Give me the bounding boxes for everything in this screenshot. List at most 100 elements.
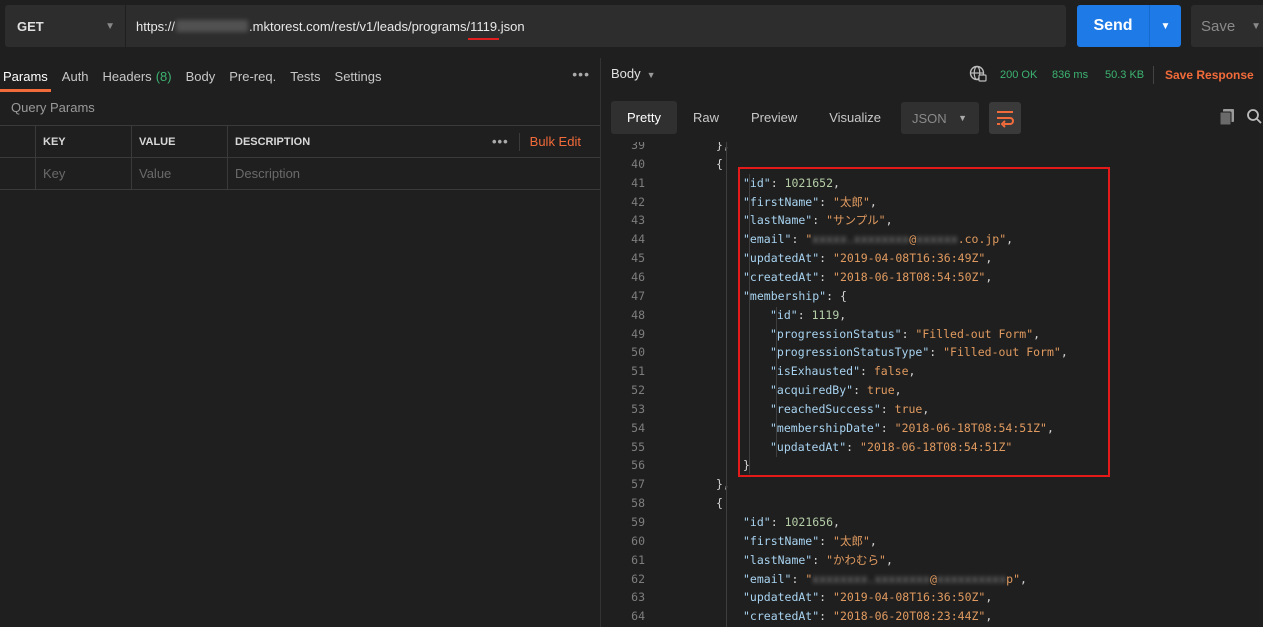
save-button[interactable]: Save ▼ [1191, 5, 1263, 47]
more-options-icon[interactable]: ••• [572, 66, 590, 82]
tab-pretty[interactable]: Pretty [611, 101, 677, 134]
status-badge[interactable]: 200 OK [1000, 69, 1037, 81]
line-number: 46 [631, 269, 645, 284]
code-token: , [833, 515, 840, 529]
code-token: "lastName" [743, 552, 813, 567]
line-number: 47 [631, 288, 645, 303]
code-token: : [770, 515, 785, 529]
code-token: "2019-04-08T16:36:49Z" [833, 251, 986, 266]
line-number: 61 [631, 552, 645, 567]
response-time[interactable]: 836 ms [1052, 69, 1088, 81]
code-token: "Filled-out Form" [915, 326, 1034, 341]
code-token: : [819, 269, 834, 284]
code-text: "updatedAt": "2019-04-08T16:36:49Z", [743, 249, 992, 268]
code-token: , [885, 213, 893, 228]
code-line: 56} [601, 456, 1263, 475]
code-token: false [873, 364, 909, 379]
tab-preview[interactable]: Preview [735, 101, 813, 134]
code-token: , [1046, 420, 1054, 435]
format-label: JSON [912, 110, 947, 126]
response-size[interactable]: 50.3 KB [1105, 69, 1144, 81]
value-input[interactable]: Value [131, 158, 227, 189]
code-text: "email": "xxxxx.xxxxxxxx@xxxxxx.co.jp", [743, 230, 1013, 249]
code-line: 64 "createdAt": "2018-06-20T08:23:44Z", [601, 607, 1263, 626]
code-token: "firstName" [743, 533, 820, 548]
code-text: { [716, 494, 723, 513]
method-select[interactable]: GET ▼ [5, 5, 125, 47]
response-body-select[interactable]: Body ▼ [611, 66, 656, 81]
line-number: 40 [631, 156, 645, 171]
code-line: 55 "updatedAt": "2018-06-18T08:54:51Z" [601, 438, 1263, 457]
redacted-host [176, 20, 249, 32]
copy-icon[interactable] [1219, 108, 1235, 126]
code-token: : [812, 213, 827, 228]
save-response-button[interactable]: Save Response [1165, 68, 1254, 82]
tab-visualize[interactable]: Visualize [813, 101, 897, 134]
tab-label: Auth [61, 68, 89, 84]
tab-headers[interactable]: Headers (8) [96, 60, 179, 92]
code-text: "updatedAt": "2019-04-08T16:36:50Z", [743, 588, 992, 607]
code-token: @ [929, 571, 937, 586]
line-number: 42 [631, 194, 645, 209]
code-token: "progressionStatus" [770, 326, 902, 341]
tab-settings[interactable]: Settings [328, 60, 389, 92]
chevron-down-icon[interactable]: ▼ [1251, 21, 1261, 32]
chevron-down-icon: ▼ [958, 113, 967, 123]
code-text: "firstName": "太郎", [743, 193, 877, 212]
line-number: 45 [631, 251, 645, 266]
redacted-text: xxxxx.xxxxxxxx [812, 232, 910, 247]
tab-label: Tests [290, 68, 321, 84]
tab-tests[interactable]: Tests [283, 60, 327, 92]
code-line: 42 "firstName": "太郎", [601, 193, 1263, 212]
code-token: 1021656 [784, 515, 834, 529]
more-options-icon[interactable]: ••• [492, 134, 509, 149]
wrap-lines-button[interactable] [989, 102, 1021, 134]
code-token: "id" [743, 175, 771, 190]
headers-count: (8) [155, 68, 172, 84]
globe-icon[interactable] [969, 65, 987, 83]
tab-auth[interactable]: Auth [55, 60, 96, 92]
code-line: 58 { [601, 494, 1263, 513]
table-tools: ••• Bulk Edit [485, 126, 600, 157]
code-token: : [860, 364, 874, 379]
code-token: "2018-06-18T08:54:51Z" [894, 420, 1047, 435]
search-icon[interactable] [1246, 108, 1262, 124]
code-token: "updatedAt" [743, 590, 820, 605]
tab-params[interactable]: Params [0, 60, 55, 92]
bulk-edit-link[interactable]: Bulk Edit [530, 134, 581, 149]
code-token: , [985, 269, 993, 284]
response-code-view[interactable]: 39}, 40{41 "id": 1021652, 42 "firstName": "太… [601, 142, 1263, 627]
code-token: 1119 [811, 307, 840, 322]
line-number: 50 [631, 345, 645, 360]
code-text: "updatedAt": "2018-06-18T08:54:51Z" [770, 438, 1012, 457]
indent-guide [749, 174, 750, 474]
line-number: 54 [631, 420, 645, 435]
code-token: "createdAt" [743, 609, 820, 624]
code-text: "isExhausted": false, [770, 362, 915, 381]
code-text: "firstName": "太郎", [743, 532, 877, 551]
code-token: , [833, 175, 840, 190]
tab-raw[interactable]: Raw [677, 101, 735, 134]
url-input[interactable]: https:// .mktorest.com/rest/v1/leads/prog… [126, 5, 1066, 47]
key-input[interactable]: Key [35, 158, 131, 189]
indent-guide [776, 307, 777, 457]
code-line: 52 "acquiredBy": true, [601, 381, 1263, 400]
code-line: 59 "id": 1021656, [601, 513, 1263, 532]
header-description: DESCRIPTION [227, 126, 485, 157]
code-token: , [869, 194, 877, 209]
code-token: }, [716, 142, 730, 152]
line-number: 58 [631, 496, 645, 511]
code-token: "id" [743, 515, 771, 529]
code-token: : [812, 552, 827, 567]
caret-down-icon[interactable]: ▼ [1150, 21, 1181, 32]
tab-body[interactable]: Body [179, 60, 223, 92]
code-line: 45 "updatedAt": "2019-04-08T16:36:49Z", [601, 249, 1263, 268]
format-select[interactable]: JSON ▼ [901, 102, 979, 134]
description-input[interactable]: Description [227, 158, 485, 189]
view-tabs: Pretty Raw Preview Visualize [611, 101, 897, 134]
code-line: 46 "createdAt": "2018-06-18T08:54:50Z", [601, 268, 1263, 287]
code-token: 1021652 [784, 175, 834, 190]
code-token: "2018-06-20T08:23:44Z" [833, 609, 986, 624]
tab-prereq[interactable]: Pre-req. [222, 60, 283, 92]
send-button[interactable]: Send ▼ [1077, 5, 1181, 47]
